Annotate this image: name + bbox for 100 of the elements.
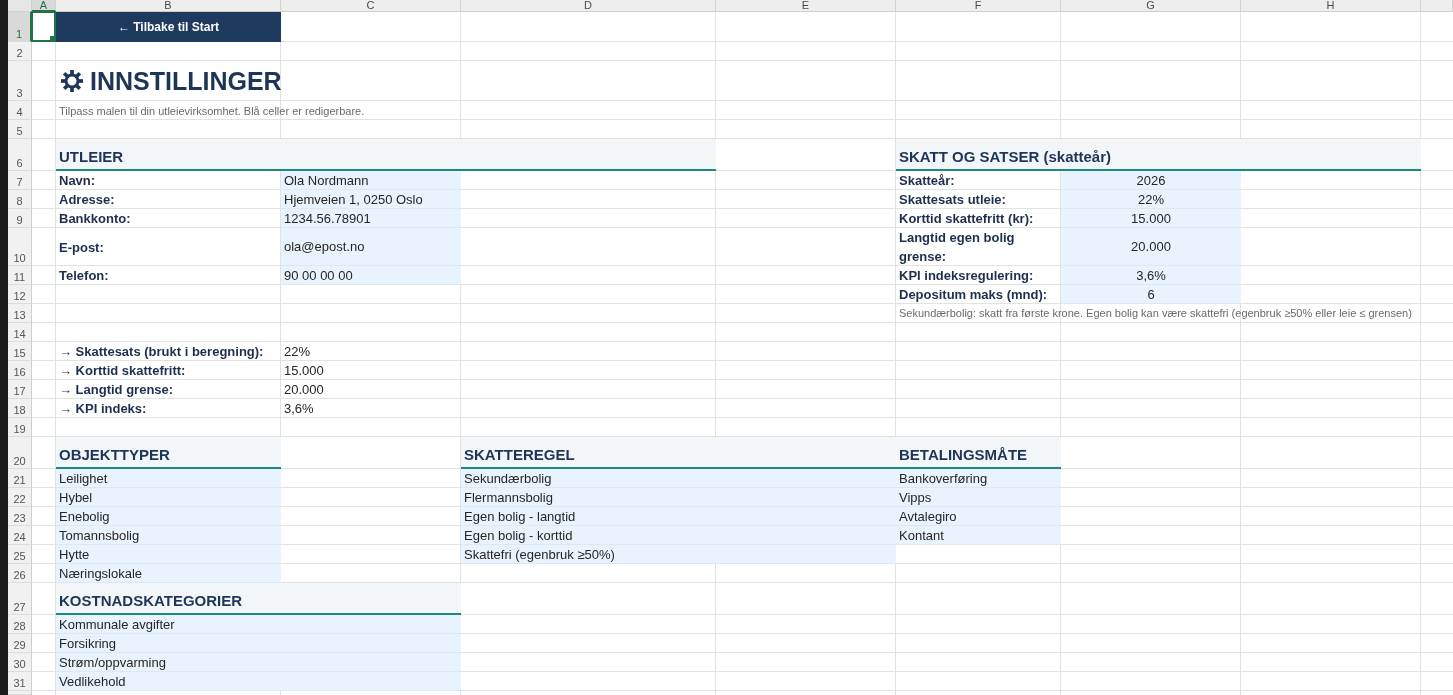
row-number[interactable]: 3 bbox=[8, 61, 32, 101]
section-header: SKATT OG SATSER (skatteår) bbox=[896, 139, 1421, 171]
input-cell[interactable]: Skattefri (egenbruk ≥50%) bbox=[461, 545, 896, 564]
input-cell[interactable]: Strøm/oppvarming bbox=[56, 653, 461, 672]
input-cell[interactable]: 3,6% bbox=[1061, 266, 1241, 285]
input-cell[interactable]: Kontant bbox=[896, 526, 1061, 545]
field-label: Korttid skattefritt (kr): bbox=[898, 210, 1035, 228]
row-number[interactable]: 8 bbox=[8, 190, 32, 209]
row-number[interactable]: 16 bbox=[8, 361, 32, 380]
field-label: Telefon: bbox=[58, 267, 110, 285]
input-cell[interactable]: Forsikring bbox=[56, 634, 461, 653]
subtitle-text: Tilpass malen til din utleievirksomhet. Blå celler er redigerbare. bbox=[58, 103, 366, 119]
tax-note: Sekundærbolig: skatt fra første krone. Egen bolig kan være skattefri (egenbruk ≥50% eller leie ≤ grensen) bbox=[898, 306, 1413, 321]
input-cell[interactable]: Enebolig bbox=[56, 507, 281, 526]
field-label: Skatteår: bbox=[898, 172, 956, 190]
row-number[interactable]: 30 bbox=[8, 653, 32, 672]
row-number[interactable]: 14 bbox=[8, 323, 32, 342]
row-number[interactable]: 18 bbox=[8, 399, 32, 418]
input-cell[interactable]: 6 bbox=[1061, 285, 1241, 304]
input-cell[interactable]: Egen bolig - langtid bbox=[461, 507, 896, 526]
derived-value: 15.000 bbox=[283, 362, 325, 380]
row-number[interactable]: 27 bbox=[8, 583, 32, 615]
derived-label: → Skattesats (brukt i beregning): bbox=[58, 343, 265, 361]
input-cell[interactable]: Kommunale avgifter bbox=[56, 615, 461, 634]
derived-value: 3,6% bbox=[283, 400, 315, 418]
row-number[interactable]: 19 bbox=[8, 418, 32, 437]
row-number[interactable]: 7 bbox=[8, 171, 32, 190]
column-header[interactable]: G bbox=[1061, 0, 1241, 12]
gear-icon bbox=[61, 70, 83, 92]
row-number[interactable]: 13 bbox=[8, 304, 32, 323]
row-number[interactable]: 11 bbox=[8, 266, 32, 285]
derived-label: → KPI indeks: bbox=[58, 400, 148, 418]
row-number[interactable]: 20 bbox=[8, 437, 32, 469]
derived-label: → Korttid skattefritt: bbox=[58, 362, 187, 380]
input-cell[interactable]: 90 00 00 00 bbox=[281, 266, 461, 285]
field-label: KPI indeksregulering: bbox=[898, 267, 1035, 285]
input-cell[interactable]: Egen bolig - korttid bbox=[461, 526, 896, 545]
column-header[interactable]: H bbox=[1241, 0, 1421, 12]
input-cell[interactable]: Leilighet bbox=[56, 469, 281, 488]
row-number[interactable]: 29 bbox=[8, 634, 32, 653]
section-header: KOSTNADSKATEGORIER bbox=[56, 583, 461, 615]
field-label: Adresse: bbox=[58, 191, 116, 209]
input-cell[interactable]: Flermannsbolig bbox=[461, 488, 896, 507]
input-cell[interactable]: Ola Nordmann bbox=[281, 171, 461, 190]
input-cell[interactable]: 2026 bbox=[1061, 171, 1241, 190]
derived-value: 20.000 bbox=[283, 381, 325, 399]
input-cell[interactable]: Hybel bbox=[56, 488, 281, 507]
input-cell[interactable]: Sekundærbolig bbox=[461, 469, 896, 488]
input-cell[interactable]: ola@epost.no bbox=[281, 228, 461, 266]
input-cell[interactable]: Bankoverføring bbox=[896, 469, 1061, 488]
row-number[interactable]: 2 bbox=[8, 42, 32, 61]
row-number[interactable]: 24 bbox=[8, 526, 32, 545]
row-number[interactable]: 17 bbox=[8, 380, 32, 399]
input-cell[interactable]: Hytte bbox=[56, 545, 281, 564]
row-number[interactable]: 5 bbox=[8, 120, 32, 139]
column-header[interactable]: B bbox=[56, 0, 281, 12]
row-number[interactable]: 4 bbox=[8, 101, 32, 120]
row-number[interactable]: 26 bbox=[8, 564, 32, 583]
row-number[interactable]: 31 bbox=[8, 672, 32, 691]
input-cell[interactable]: Vedlikehold bbox=[56, 672, 461, 691]
input-cell[interactable]: Avtalegiro bbox=[896, 507, 1061, 526]
input-cell[interactable]: 20.000 bbox=[1061, 228, 1241, 266]
column-header[interactable]: E bbox=[716, 0, 896, 12]
row-number[interactable]: 25 bbox=[8, 545, 32, 564]
input-cell[interactable]: Næringslokale bbox=[56, 564, 281, 583]
input-cell[interactable]: Vipps bbox=[896, 488, 1061, 507]
input-cell[interactable]: 15.000 bbox=[1061, 209, 1241, 228]
select-all-corner[interactable] bbox=[8, 0, 32, 12]
section-header: UTLEIER bbox=[56, 139, 716, 171]
row-number[interactable]: 22 bbox=[8, 488, 32, 507]
column-header[interactable]: C bbox=[281, 0, 461, 12]
input-cell[interactable]: 1234.56.78901 bbox=[281, 209, 461, 228]
input-cell[interactable]: 22% bbox=[1061, 190, 1241, 209]
column-header[interactable] bbox=[1421, 0, 1453, 12]
row-number[interactable]: 23 bbox=[8, 507, 32, 526]
row-number[interactable]: 15 bbox=[8, 342, 32, 361]
active-cell-outline bbox=[31, 11, 56, 42]
field-label: Depositum maks (mnd): bbox=[898, 286, 1049, 304]
row-number[interactable]: 10 bbox=[8, 228, 32, 266]
section-header: OBJEKTTYPER bbox=[56, 437, 281, 469]
input-cell[interactable]: Tomannsbolig bbox=[56, 526, 281, 545]
column-header[interactable]: A bbox=[32, 0, 56, 12]
derived-value: 22% bbox=[283, 343, 312, 361]
row-number[interactable]: 6 bbox=[8, 139, 32, 171]
row-number[interactable]: 9 bbox=[8, 209, 32, 228]
row-number[interactable]: 21 bbox=[8, 469, 32, 488]
input-cell[interactable]: Hjemveien 1, 0250 Oslo bbox=[281, 190, 461, 209]
field-label: Navn: bbox=[58, 172, 97, 190]
derived-label: → Langtid grense: bbox=[58, 381, 175, 399]
row-number[interactable]: 1 bbox=[8, 12, 32, 42]
field-label: E-post: bbox=[58, 238, 105, 257]
section-header: SKATTEREGEL bbox=[461, 437, 896, 469]
row-number[interactable]: 28 bbox=[8, 615, 32, 634]
field-label: Langtid egen bolig grense: bbox=[898, 229, 1016, 266]
section-header: BETALINGSMÅTE bbox=[896, 437, 1061, 469]
back-button[interactable]: ← Tilbake til Start bbox=[56, 12, 281, 42]
row-number[interactable]: 12 bbox=[8, 285, 32, 304]
page-title: INNSTILLINGER bbox=[90, 66, 282, 97]
column-header[interactable]: F bbox=[896, 0, 1061, 12]
column-header[interactable]: D bbox=[461, 0, 716, 12]
